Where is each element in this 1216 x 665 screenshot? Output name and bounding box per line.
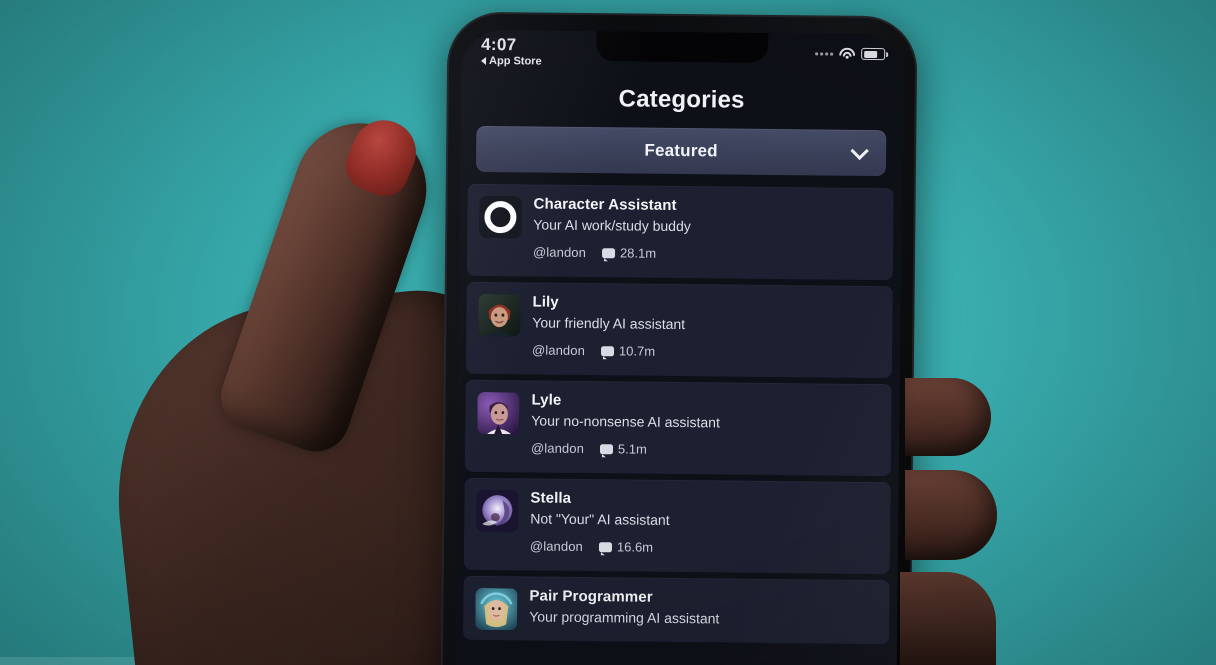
phone-device: 4:07 App Store Categories Featured Chara… — [440, 11, 918, 665]
triangle-left-icon — [481, 56, 487, 65]
category-dropdown-value: Featured — [644, 140, 718, 161]
character-meta: @landon 16.6m — [530, 538, 878, 557]
character-tagline: Your friendly AI assistant — [532, 314, 686, 333]
list-item[interactable]: Pair Programmer Your programming AI assi… — [462, 575, 890, 645]
character-author[interactable]: @landon — [533, 244, 586, 260]
finger-index — [905, 378, 991, 456]
character-author[interactable]: @landon — [532, 342, 585, 358]
blonde-woman-cyan-avatar — [475, 587, 518, 631]
list-item[interactable]: Character Assistant Your AI work/study b… — [466, 183, 894, 281]
status-bar-left: 4:07 App Store — [481, 34, 542, 68]
character-name: Lyle — [531, 391, 562, 409]
chevron-down-icon — [850, 141, 869, 161]
character-name: Lily — [532, 293, 559, 311]
list-item-info: Lily Your friendly AI assistant @landon … — [532, 292, 881, 361]
status-bar: 4:07 App Store — [461, 30, 903, 85]
character-meta: @landon 5.1m — [531, 440, 879, 459]
character-name: Pair Programmer — [529, 587, 653, 606]
list-item[interactable]: Stella Not "Your" AI assistant @landon 1… — [463, 477, 891, 575]
thumb — [211, 105, 445, 461]
character-tagline: Not "Your" AI assistant — [530, 510, 670, 528]
category-dropdown[interactable]: Featured — [475, 125, 887, 177]
character-author[interactable]: @landon — [531, 440, 584, 456]
character-tagline: Your no-nonsense AI assistant — [531, 412, 720, 431]
chat-count: 5.1m — [599, 441, 647, 457]
chat-count: 10.7m — [600, 343, 656, 359]
list-item[interactable]: Lily Your friendly AI assistant @landon … — [465, 281, 893, 379]
chat-bubble-icon — [599, 443, 613, 454]
chat-count-value: 16.6m — [616, 539, 654, 555]
photo-scene: 4:07 App Store Categories Featured Chara… — [0, 0, 1216, 665]
chat-count: 16.6m — [598, 539, 654, 555]
chat-bubble-icon — [600, 345, 615, 356]
character-list: Character Assistant Your AI work/study b… — [455, 183, 902, 645]
character-name: Stella — [530, 489, 572, 507]
character-author[interactable]: @landon — [530, 538, 583, 554]
purple-man-avatar — [477, 391, 520, 435]
chat-bubble-icon — [598, 541, 612, 552]
chat-count-value: 10.7m — [618, 343, 656, 359]
chat-bubble-icon — [601, 247, 616, 258]
phone-screen: 4:07 App Store Categories Featured Chara… — [454, 29, 904, 665]
status-bar-right — [815, 47, 886, 61]
battery-icon — [861, 47, 886, 61]
page-title: Categories — [618, 85, 745, 114]
cellular-dots-icon — [815, 51, 834, 56]
list-item[interactable]: Lyle Your no-nonsense AI assistant @land… — [464, 379, 892, 477]
character-meta: @landon 28.1m — [533, 244, 881, 263]
thumb-nail — [338, 110, 426, 204]
character-name: Character Assistant — [533, 195, 677, 214]
list-item-info: Pair Programmer Your programming AI assi… — [529, 586, 877, 630]
back-label: App Store — [488, 54, 542, 68]
wifi-icon — [839, 47, 856, 60]
app-content: Categories Featured Character Assistant — [455, 80, 903, 645]
character-tagline: Your programming AI assistant — [529, 608, 720, 627]
red-haired-woman-avatar — [478, 293, 521, 337]
white-purple-figure-avatar — [476, 489, 519, 533]
chat-count: 28.1m — [601, 245, 657, 261]
character-tagline: Your AI work/study buddy — [533, 216, 691, 235]
character-meta: @landon 10.7m — [532, 342, 880, 361]
finger-middle — [905, 470, 997, 560]
list-item-info: Stella Not "Your" AI assistant @landon 1… — [530, 488, 879, 557]
finger-ring — [900, 572, 996, 665]
list-item-info: Lyle Your no-nonsense AI assistant @land… — [531, 390, 880, 459]
ring-outline-avatar — [479, 195, 522, 239]
chat-count-value: 5.1m — [617, 441, 647, 457]
chat-count-value: 28.1m — [619, 245, 657, 261]
list-item-info: Character Assistant Your AI work/study b… — [533, 194, 882, 263]
status-time: 4:07 — [481, 34, 517, 55]
back-to-app-store[interactable]: App Store — [481, 55, 542, 68]
